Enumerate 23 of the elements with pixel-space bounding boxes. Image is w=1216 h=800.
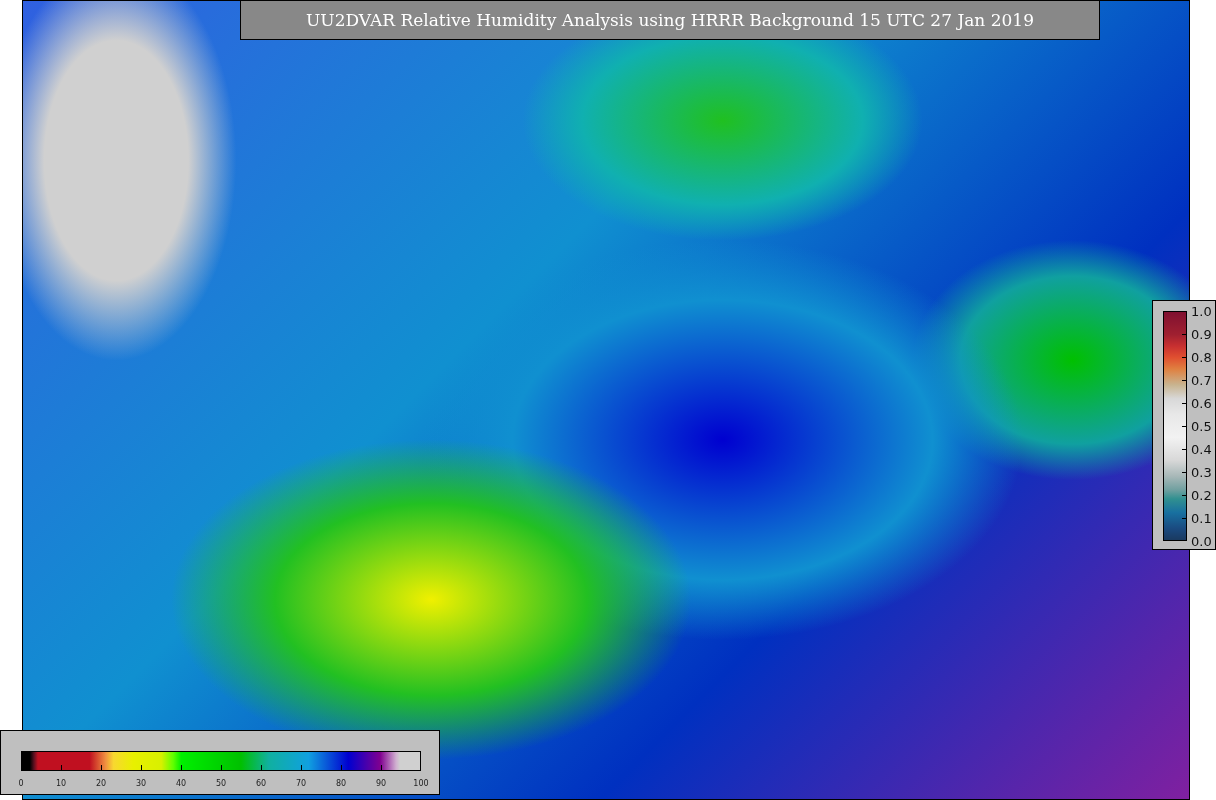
colorbar-tick-label: 20 bbox=[95, 779, 107, 788]
colorbar-tick-label: 0.8 bbox=[1191, 349, 1212, 365]
colorbar-tick-label: 100 bbox=[413, 779, 429, 788]
colorbar-tick-label: 80 bbox=[335, 779, 347, 788]
colorbar-tick-label: 40 bbox=[175, 779, 187, 788]
colorbar-tick-label: 50 bbox=[215, 779, 227, 788]
colorbar-tick-label: 0.0 bbox=[1191, 533, 1212, 549]
colorbar-tick-label: 10 bbox=[55, 779, 67, 788]
colorbar-tick-label: 0.7 bbox=[1191, 372, 1212, 388]
colorbar-tick-label: 90 bbox=[375, 779, 387, 788]
colorbar-tick-label: 0.2 bbox=[1191, 487, 1212, 503]
colorbar-tick-label: 0.9 bbox=[1191, 326, 1212, 342]
colorbar-tick-label: 60 bbox=[255, 779, 267, 788]
colorbar-tick-label: 0.1 bbox=[1191, 510, 1212, 526]
colorbar-tick-label: 0.5 bbox=[1191, 418, 1212, 434]
colorbar-tick-label: 70 bbox=[295, 779, 307, 788]
colorbar-tick-label: 0.3 bbox=[1191, 464, 1212, 480]
colorbar-tick-label: 0.4 bbox=[1191, 441, 1212, 457]
colorbar-tick-label: 30 bbox=[135, 779, 147, 788]
map-title: UU2DVAR Relative Humidity Analysis using HRRR Background 15 UTC 27 Jan 2019 bbox=[240, 0, 1100, 40]
colorbar-tick-label: 0.6 bbox=[1191, 395, 1212, 411]
colorbar-tick-label: 0 bbox=[18, 779, 24, 788]
colorbar-tick-label: 1.0 bbox=[1191, 303, 1212, 319]
